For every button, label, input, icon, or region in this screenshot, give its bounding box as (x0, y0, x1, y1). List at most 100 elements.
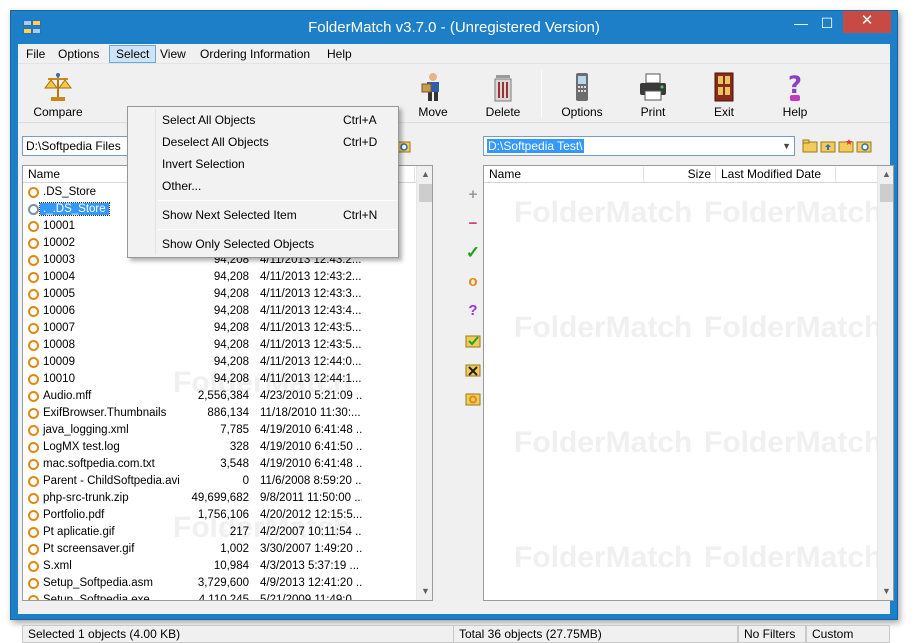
column-header-size[interactable]: Size (644, 167, 716, 182)
file-status-icon (28, 323, 39, 334)
browse-folder-icon[interactable] (856, 138, 872, 154)
table-row[interactable]: ExifBrowser.Thumbnails 886,134 11/18/2010 … (23, 405, 416, 422)
right-path-combobox[interactable]: D:\Softpedia Test\ ▼ (483, 136, 795, 156)
scroll-up-icon[interactable]: ▲ (417, 166, 432, 183)
menu-item-show-only-selected[interactable]: Show Only Selected Objects (131, 234, 395, 254)
new-folder-icon[interactable] (838, 138, 854, 154)
file-size: 49,699,682 (191, 492, 249, 504)
folder-cross-icon[interactable] (463, 359, 483, 379)
file-name: ExifBrowser.Thumbnails (43, 407, 167, 419)
table-row[interactable]: Parent - ChildSoftpedia.avi 0 11/6/2008 8:… (23, 473, 416, 490)
file-name: Audio.mff (43, 390, 92, 402)
menu-view[interactable]: View (154, 46, 192, 63)
file-size: 217 (229, 526, 249, 538)
file-name: 10006 (43, 305, 75, 317)
file-status-icon (28, 187, 39, 198)
file-name: 10002 (43, 237, 75, 249)
exit-label: Exit (713, 105, 734, 119)
chevron-down-icon[interactable]: ▼ (782, 137, 791, 155)
check-icon[interactable]: ✓ (463, 243, 483, 263)
print-label: Print (640, 105, 666, 119)
exit-button[interactable]: Exit (689, 67, 759, 121)
file-status-icon (28, 255, 39, 266)
file-status-icon (28, 357, 39, 368)
table-row[interactable]: 10005 94,208 4/11/2013 12:43:3... (23, 286, 416, 303)
compare-button[interactable]: Compare (23, 67, 93, 121)
move-button[interactable]: Move (398, 67, 468, 121)
table-row[interactable]: 10004 94,208 4/11/2013 12:43:2... (23, 269, 416, 286)
file-status-icon (28, 289, 39, 300)
table-row[interactable]: 10010 94,208 4/11/2013 12:44:1... (23, 371, 416, 388)
file-name: 10003 (43, 254, 75, 266)
table-row[interactable]: Portfolio.pdf 1,756,106 4/20/2012 12:15:5.… (23, 507, 416, 524)
table-row[interactable]: 10007 94,208 4/11/2013 12:43:5... (23, 320, 416, 337)
minus-icon[interactable]: − (463, 214, 483, 234)
table-row[interactable]: S.xml 10,984 4/3/2013 5:37:19 ... (23, 558, 416, 575)
folder-check-icon[interactable] (463, 330, 483, 350)
scroll-thumb[interactable] (880, 184, 893, 202)
scroll-down-icon[interactable]: ▼ (417, 583, 432, 600)
menu-item-deselect-all[interactable]: Deselect All Objects Ctrl+D (131, 132, 395, 152)
status-selected: Selected 1 objects (4.00 KB) (22, 625, 456, 643)
scroll-thumb[interactable] (419, 184, 432, 202)
column-header-modified[interactable]: Last Modified Date (716, 167, 836, 182)
table-row[interactable]: Setup_Softpedia.asm 3,729,600 4/9/2013 12:… (23, 575, 416, 592)
table-row[interactable]: Pt screensaver.gif 1,002 3/30/2007 1:49:20… (23, 541, 416, 558)
file-date: 4/23/2010 5:21:09 ... (260, 390, 362, 402)
left-scrollbar[interactable]: ▲ ▼ (416, 166, 432, 600)
question-icon[interactable]: ? (463, 301, 483, 321)
folder-icon[interactable] (802, 138, 818, 154)
right-path-text: D:\Softpedia Test\ (487, 139, 584, 153)
menu-item-show-next-selected[interactable]: Show Next Selected Item Ctrl+N (131, 205, 395, 225)
table-row[interactable]: 10008 94,208 4/11/2013 12:43:5... (23, 337, 416, 354)
delete-button[interactable]: Delete (468, 67, 538, 121)
watermark-text: FolderMatch (514, 311, 693, 344)
table-row[interactable]: php-src-trunk.zip 49,699,682 9/8/2011 11:5… (23, 490, 416, 507)
scroll-up-icon[interactable]: ▲ (878, 166, 893, 183)
file-date: 4/11/2013 12:43:2... (260, 271, 362, 283)
right-scrollbar[interactable]: ▲ ▼ (877, 166, 893, 600)
menu-item-other[interactable]: Other... (131, 176, 395, 196)
table-row[interactable]: LogMX test.log 328 4/19/2010 6:41:50 ... (23, 439, 416, 456)
menu-item-invert-selection[interactable]: Invert Selection (131, 154, 395, 174)
svg-text:?: ? (788, 71, 802, 99)
scroll-down-icon[interactable]: ▼ (878, 583, 893, 600)
menu-select[interactable]: Select (109, 45, 157, 63)
close-button[interactable]: ✕ (843, 11, 891, 33)
file-status-icon (28, 459, 39, 470)
plus-icon[interactable]: + (463, 185, 483, 205)
table-row[interactable]: Audio.mff 2,556,384 4/23/2010 5:21:09 ... (23, 388, 416, 405)
menu-item-select-all[interactable]: Select All Objects Ctrl+A (131, 110, 395, 130)
menu-options[interactable]: Options (52, 46, 105, 63)
client-area: File Options Select View Ordering Inform… (18, 44, 894, 643)
table-row[interactable]: mac.softpedia.com.txt 3,548 4/19/2010 6:41… (23, 456, 416, 473)
table-row[interactable]: Setup_Softpedia.exe 4,110,245 5/21/2009 11… (23, 592, 416, 600)
file-date: 4/9/2013 12:41:20 ... (260, 577, 362, 589)
table-row[interactable]: 10009 94,208 4/11/2013 12:44:0... (23, 354, 416, 371)
table-row[interactable]: java_logging.xml 7,785 4/19/2010 6:41:48 .… (23, 422, 416, 439)
menu-ordering-information[interactable]: Ordering Information (194, 46, 316, 63)
column-header-name[interactable]: Name (484, 167, 644, 182)
options-button[interactable]: Options (547, 67, 617, 121)
file-date: 4/11/2013 12:43:4... (260, 305, 362, 317)
menu-separator (158, 200, 396, 201)
table-row[interactable]: 10006 94,208 4/11/2013 12:43:4... (23, 303, 416, 320)
folder-circle-icon[interactable] (463, 388, 483, 408)
menu-item-label: Show Next Selected Item (162, 208, 297, 222)
circle-icon[interactable]: o (463, 272, 483, 292)
file-name: 10005 (43, 288, 75, 300)
print-button[interactable]: Print (618, 67, 688, 121)
file-date: 4/3/2013 5:37:19 ... (260, 560, 360, 572)
right-file-list[interactable]: FolderMatch FolderMatch FolderMatch Fold… (483, 165, 894, 601)
maximize-button[interactable]: ☐ (815, 13, 839, 35)
table-row[interactable]: Pt aplicatie.gif 217 4/2/2007 10:11:54 ... (23, 524, 416, 541)
title-bar[interactable]: FolderMatch v3.7.0 - (Unregistered Versi… (11, 11, 897, 44)
file-name: mac.softpedia.com.txt (43, 458, 155, 470)
help-button[interactable]: ? Help (760, 67, 830, 121)
menu-help[interactable]: Help (321, 46, 358, 63)
file-date: 4/11/2013 12:44:0... (260, 356, 362, 368)
minimize-button[interactable]: — (789, 13, 813, 35)
file-name: Pt screensaver.gif (43, 543, 135, 555)
menu-file[interactable]: File (20, 46, 51, 63)
folder-up-icon[interactable] (820, 138, 836, 154)
